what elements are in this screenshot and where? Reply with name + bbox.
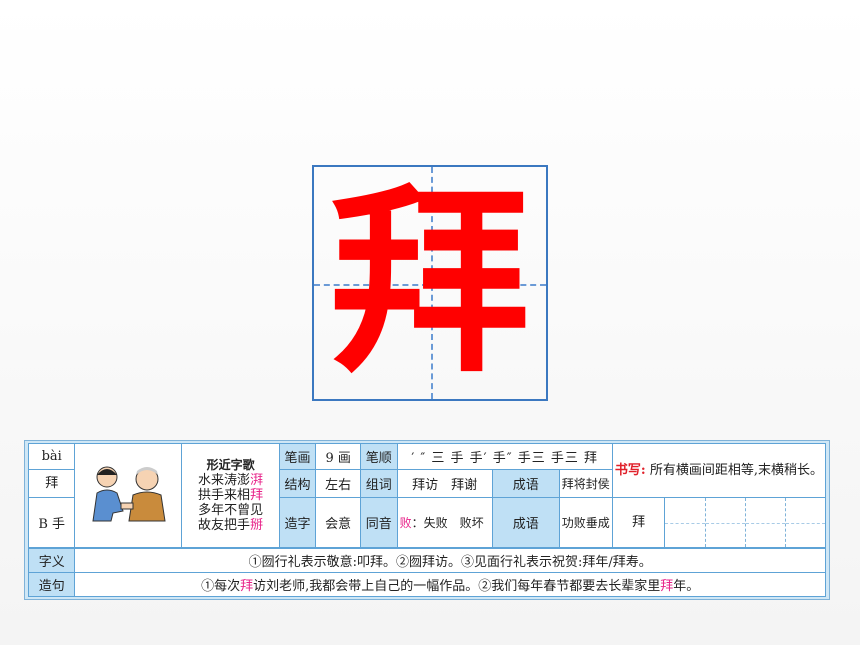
idiom-2-value: 功败垂成 — [558, 497, 613, 548]
character-tian-grid: 拜 — [312, 165, 548, 401]
writing-note-text: 所有横画间距相等,末横稍长。 — [649, 462, 823, 478]
label-idiom-1: 成语 — [491, 469, 560, 498]
radical-cell: B 手 — [27, 497, 76, 548]
label-words: 组词 — [359, 469, 398, 498]
label-structure: 结构 — [278, 469, 317, 498]
poem-line-1: 水来涛澎湃 — [198, 473, 264, 488]
label-sentence: 造句 — [27, 572, 76, 597]
poem-line-3: 多年不曾见 — [198, 503, 264, 518]
similar-char-poem: 形近字歌 水来涛澎湃 拱手来相拜 多年不曾见 故友把手掰 — [181, 443, 280, 548]
character-info-card: bài 形近字歌 水来涛澎湃 拱手来相拜 多年不曾见 故友把手掰 笔画 9 画 … — [24, 440, 830, 600]
origin-value: 会意 — [315, 497, 361, 548]
meaning-text: ①囫行礼表示敬意:叩拜。②囫拜访。③见面行礼表示祝贺:拜年/拜寿。 — [74, 548, 826, 573]
label-stroke-order: 笔顺 — [359, 443, 398, 470]
writing-note: 书写: 所有横画间距相等,末横稍长。 — [611, 443, 827, 498]
card-character: 拜 — [27, 469, 76, 498]
writing-label: 书写: — [614, 462, 646, 478]
label-idiom-2: 成语 — [491, 497, 560, 548]
stroke-order: ′ ″ 三 手 手′ 手″ 手三 手三 拜 — [396, 443, 613, 470]
illustration — [74, 443, 183, 548]
poem-title: 形近字歌 — [206, 458, 255, 472]
words-value: 拜访 拜谢 — [396, 469, 493, 498]
poem-line-4: 故友把手掰 — [198, 518, 264, 533]
label-strokes: 笔画 — [278, 443, 317, 470]
large-character: 拜 — [329, 165, 530, 400]
radical-letter: B — [38, 517, 48, 532]
label-meaning: 字义 — [27, 548, 76, 573]
structure-value: 左右 — [315, 469, 361, 498]
homophone-value: 败：失败 败坏 — [396, 497, 493, 548]
writing-char: 拜 — [611, 497, 666, 548]
stroke-count: 9 画 — [315, 443, 361, 470]
label-origin: 造字 — [278, 497, 317, 548]
radical: 手 — [52, 517, 66, 532]
writing-practice-grid — [664, 497, 826, 548]
sentence-text: ①每次拜访刘老师,我都会带上自己的一幅作品。②我们每年春节都要去长辈家里拜年。 — [74, 572, 826, 597]
greeting-people-icon — [92, 466, 166, 521]
pinyin: bài — [27, 443, 76, 470]
poem-line-2: 拱手来相拜 — [198, 488, 264, 503]
label-homophone: 同音 — [359, 497, 398, 548]
idiom-1-value: 拜将封侯 — [558, 469, 613, 498]
